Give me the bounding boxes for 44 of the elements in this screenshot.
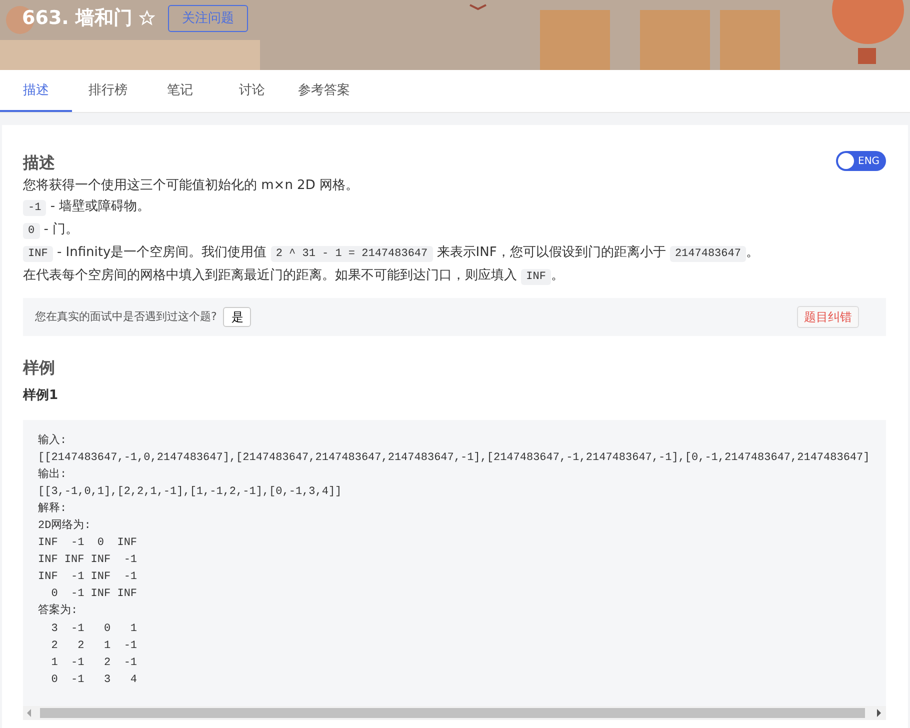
tab[interactable]: 笔记: [144, 70, 216, 112]
yes-button[interactable]: 是: [223, 307, 252, 327]
code-line: INF -1 INF -1: [38, 570, 138, 586]
example-title: 样例1: [23, 387, 60, 405]
tab[interactable]: 排行榜: [72, 70, 144, 112]
code-line: 输入:: [38, 433, 68, 448]
description-text: 。: [746, 245, 759, 260]
star-icon[interactable]: [139, 10, 155, 26]
tab[interactable]: 讨论: [216, 70, 288, 112]
inline-code: -1: [23, 200, 46, 216]
code-line: [[2147483647,-1,0,2147483647],[2147483647,2147483647,2147483647,-1],[2147483647,-1,2147483647,-1],[0,-1,2147483647,2147483647]: [38, 450, 871, 466]
tab[interactable]: 描述: [0, 70, 72, 112]
description-text: 在代表每个空房间的网格中填入到距离最近门的距离。如果不可能到达门口，则应填入: [23, 268, 518, 283]
inline-code: INF: [23, 246, 53, 262]
code-line: 0 -1 INF INF: [50, 587, 138, 602]
interview-question: 您在真实的面试中是否遇到过这个题?: [35, 308, 217, 325]
section-heading: 描述: [23, 152, 55, 174]
section-heading: 样例: [23, 356, 56, 378]
language-toggle[interactable]: ENG: [836, 151, 886, 171]
code-line: 0 -1 3 4: [50, 672, 138, 688]
code-line: 答案为:: [38, 603, 79, 620]
code-line: 1 -1 2 -1: [50, 656, 138, 671]
code-line: INF INF INF -1: [38, 553, 138, 568]
inline-code: 2 ^ 31 - 1 = 2147483647: [270, 246, 433, 262]
code-line: INF -1 0 INF: [38, 536, 138, 552]
inline-code: 2147483647: [670, 246, 746, 262]
inline-code: 0: [23, 223, 40, 239]
code-line: 2D网络为:: [38, 518, 92, 534]
inline-code: INF: [521, 269, 551, 285]
description-text: 来表示INF，您可以假设到门的距离小于: [436, 245, 667, 260]
code-line: 解释:: [38, 501, 68, 517]
report-error-button[interactable]: 题目纠错: [797, 306, 859, 328]
code-line: 2 2 1 -1: [50, 638, 138, 654]
code-line: 3 -1 0 1: [50, 622, 138, 637]
description-text: - Infinity是一个空房间。我们使用值: [56, 245, 268, 260]
horizontal-scrollbar[interactable]: [23, 706, 886, 720]
code-line: [[3,-1,0,1],[2,2,1,-1],[1,-1,2,-1],[0,-1,3,4]]: [38, 484, 343, 500]
description-text: - 墙壁或障碍物。: [49, 199, 150, 214]
description-text: 您将获得一个使用这三个可能值初始化的 m×n 2D 网格。: [23, 178, 358, 193]
code-line: 输出:: [38, 467, 68, 483]
description-text: - 门。: [42, 222, 79, 237]
description-text: 。: [550, 268, 564, 283]
tab[interactable]: 参考答案: [288, 70, 360, 112]
problem-title: 663. 墙和门: [22, 6, 132, 31]
